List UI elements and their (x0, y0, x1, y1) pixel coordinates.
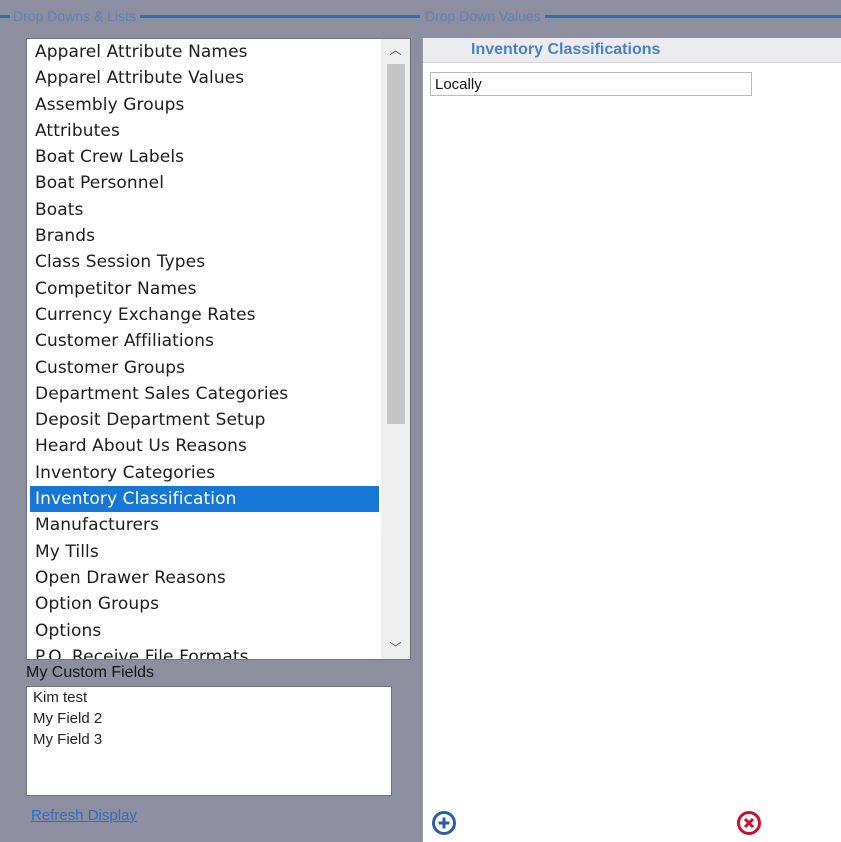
values-header: Inventory Classifications (423, 38, 841, 63)
list-item[interactable]: Heard About Us Reasons (27, 433, 379, 459)
list-item[interactable]: My Tills (27, 539, 379, 565)
custom-field-item[interactable]: My Field 3 (27, 729, 391, 750)
values-group-title: Drop Down Values (425, 8, 541, 24)
list-item[interactable]: Attributes (27, 118, 379, 144)
lists-group-title: Drop Downs & Lists (13, 8, 136, 24)
add-value-button[interactable] (431, 810, 457, 840)
lists-group-header: Drop Downs & Lists (0, 8, 420, 24)
plus-circle-icon (432, 811, 456, 835)
scroll-up-icon[interactable]: ︿ (381, 41, 410, 59)
delete-value-button[interactable] (736, 810, 762, 840)
list-item[interactable]: Manufacturers (27, 512, 379, 538)
values-panel: Inventory Classifications Locally (422, 38, 841, 842)
list-item[interactable]: Class Session Types (27, 249, 379, 275)
list-item[interactable]: Option Groups (27, 591, 379, 617)
list-scrollbar[interactable]: ︿ ﹀ (381, 39, 410, 659)
values-group-header: Drop Down Values (425, 8, 841, 24)
custom-field-item[interactable]: My Field 2 (27, 708, 391, 729)
value-cell[interactable]: Locally (430, 72, 752, 96)
refresh-display-link[interactable]: Refresh Display (31, 807, 137, 824)
list-item[interactable]: Assembly Groups (27, 92, 379, 118)
list-item[interactable]: Inventory Categories (27, 460, 379, 486)
list-item[interactable]: Boats (27, 197, 379, 223)
list-item[interactable]: Inventory Classification (30, 486, 379, 513)
dropdown-list[interactable]: Apparel Attribute Names Apparel Attribute… (26, 38, 411, 660)
list-item[interactable]: Currency Exchange Rates (27, 302, 379, 328)
list-item[interactable]: P.O. Receive File Formats (27, 644, 379, 659)
list-item[interactable]: Boat Crew Labels (27, 144, 379, 170)
scroll-down-icon[interactable]: ﹀ (381, 639, 410, 657)
list-item[interactable]: Department Sales Categories (27, 381, 379, 407)
list-item[interactable]: Customer Affiliations (27, 328, 379, 354)
list-item[interactable]: Apparel Attribute Names (27, 39, 379, 65)
custom-field-item[interactable]: Kim test (27, 687, 391, 708)
values-header-title: Inventory Classifications (471, 41, 661, 58)
scroll-thumb[interactable] (387, 64, 405, 424)
list-item[interactable]: Customer Groups (27, 355, 379, 381)
list-item[interactable]: Boat Personnel (27, 170, 379, 196)
list-item[interactable]: Competitor Names (27, 276, 379, 302)
list-item[interactable]: Deposit Department Setup (27, 407, 379, 433)
custom-fields-list[interactable]: Kim test My Field 2 My Field 3 (26, 686, 392, 796)
x-circle-icon (737, 811, 761, 835)
dropdown-list-items: Apparel Attribute Names Apparel Attribute… (27, 39, 379, 659)
custom-fields-label: My Custom Fields (26, 664, 155, 681)
list-item[interactable]: Open Drawer Reasons (27, 565, 379, 591)
list-item[interactable]: Brands (27, 223, 379, 249)
list-item[interactable]: Options (27, 618, 379, 644)
list-item[interactable]: Apparel Attribute Values (27, 65, 379, 91)
